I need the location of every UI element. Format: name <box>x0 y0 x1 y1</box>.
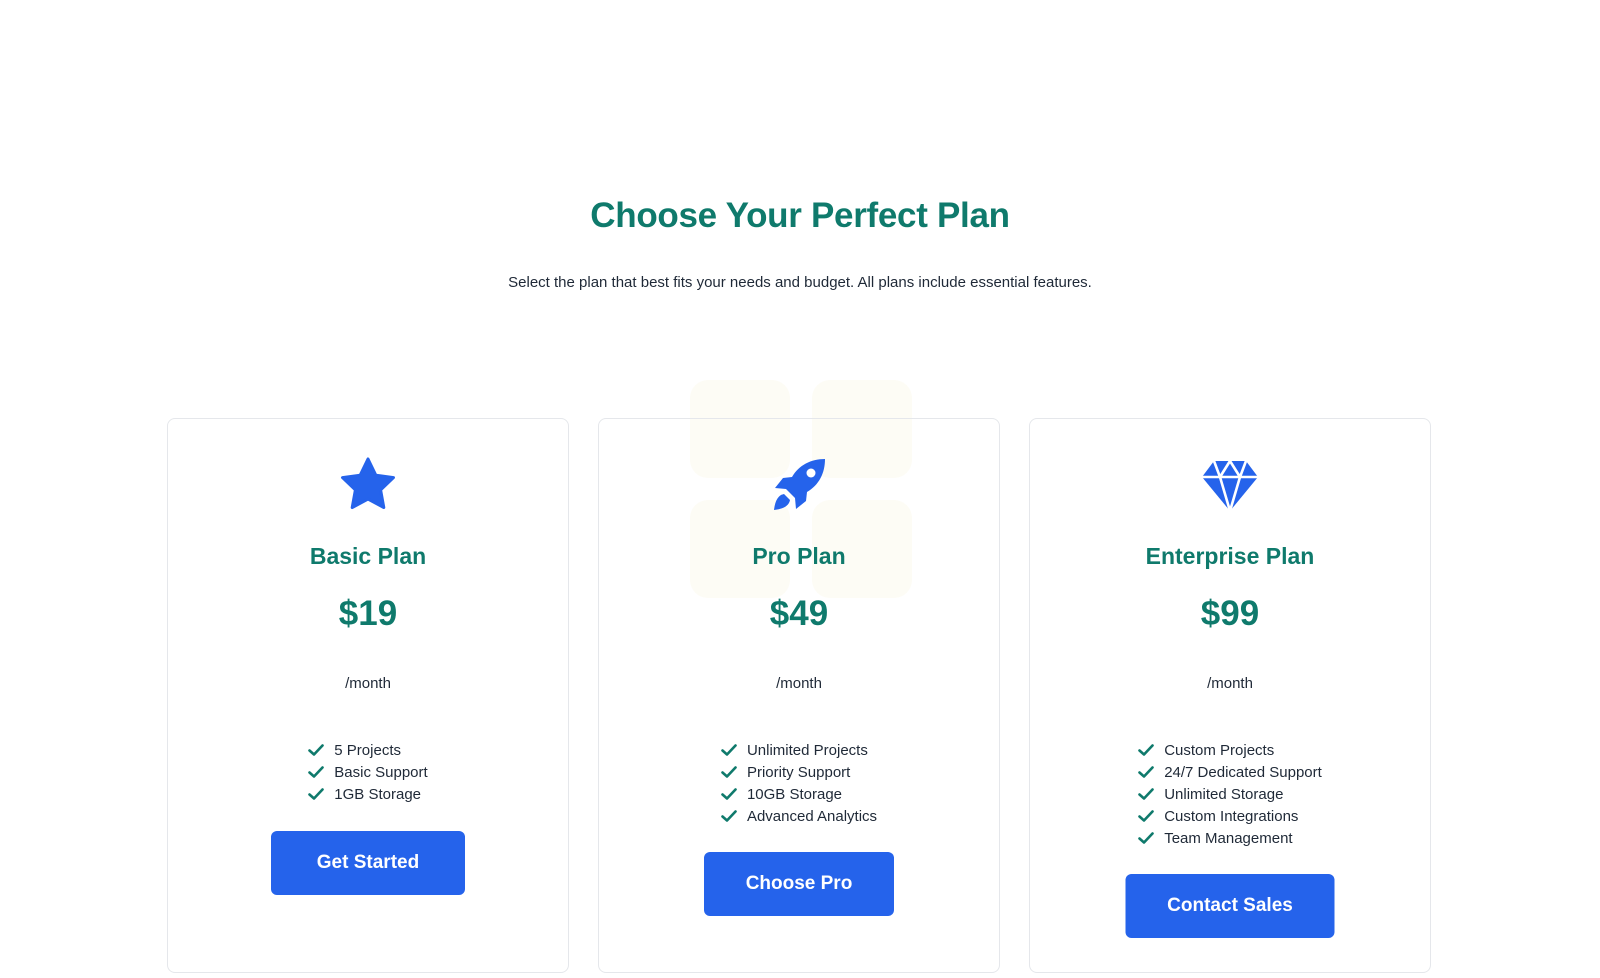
feature-item: Basic Support <box>308 761 428 783</box>
feature-label: Team Management <box>1164 829 1293 847</box>
check-icon <box>308 766 325 778</box>
plan-period: /month <box>776 675 822 692</box>
pricing-card-pro: Pro Plan $49 /month Unlimited Projects P… <box>598 418 1000 973</box>
feature-item: Unlimited Storage <box>1138 783 1322 805</box>
feature-item: 24/7 Dedicated Support <box>1138 761 1322 783</box>
check-icon <box>721 810 737 822</box>
check-icon <box>308 744 325 756</box>
check-icon <box>1138 832 1154 844</box>
feature-label: Priority Support <box>746 763 851 781</box>
plan-period: /month <box>345 675 391 692</box>
feature-label: Unlimited Storage <box>1164 785 1284 803</box>
feature-item: 10GB Storage <box>721 783 877 805</box>
feature-label: Basic Support <box>334 763 428 781</box>
feature-item: Custom Projects <box>1138 739 1322 761</box>
plan-name: Enterprise Plan <box>1145 543 1315 569</box>
feature-label: 1GB Storage <box>334 785 422 803</box>
contact-sales-button[interactable]: Contact Sales <box>1125 874 1335 938</box>
feature-item: Unlimited Projects <box>721 739 877 761</box>
feature-list: 5 Projects Basic Support 1GB Storage <box>168 739 568 805</box>
feature-label: Advanced Analytics <box>746 807 878 825</box>
check-icon <box>1138 744 1154 756</box>
page-subtitle: Select the plan that best fits your need… <box>508 274 1092 291</box>
check-icon <box>1138 766 1154 778</box>
feature-item: 1GB Storage <box>308 783 427 805</box>
feature-item: Custom Integrations <box>1138 805 1322 827</box>
check-icon <box>1138 788 1154 800</box>
rocket-icon <box>774 459 825 510</box>
feature-item: Team Management <box>1138 827 1322 849</box>
plan-name: Basic Plan <box>309 543 427 569</box>
page-title: Choose Your Perfect Plan <box>590 196 1010 235</box>
feature-item: 5 Projects <box>308 739 427 761</box>
feature-label: Custom Integrations <box>1164 807 1299 825</box>
check-icon <box>1138 810 1154 822</box>
feature-label: 24/7 Dedicated Support <box>1164 763 1322 781</box>
feature-list: Custom Projects 24/7 Dedicated Support U… <box>1030 739 1430 849</box>
plan-price: $99 <box>1200 594 1260 633</box>
plan-name: Pro Plan <box>752 543 846 569</box>
feature-item: Advanced Analytics <box>721 805 877 827</box>
feature-list: Unlimited Projects Priority Support 10GB… <box>599 739 999 827</box>
plan-price: $49 <box>769 594 829 633</box>
choose-pro-button[interactable]: Choose Pro <box>704 852 894 916</box>
diamond-icon <box>1202 459 1258 512</box>
feature-label: 10GB Storage <box>746 785 843 803</box>
check-icon <box>721 766 737 778</box>
feature-item: Priority Support <box>721 761 877 783</box>
feature-label: 5 Projects <box>334 741 401 759</box>
plan-period: /month <box>1207 675 1253 692</box>
pricing-card-enterprise: Enterprise Plan $99 /month Custom Projec… <box>1029 418 1431 973</box>
feature-label: Custom Projects <box>1164 741 1275 759</box>
get-started-button[interactable]: Get Started <box>271 831 465 895</box>
check-icon <box>721 744 737 756</box>
feature-label: Unlimited Projects <box>746 741 868 759</box>
plan-price: $19 <box>338 594 398 633</box>
star-icon <box>341 457 395 509</box>
check-icon <box>721 788 737 800</box>
check-icon <box>308 788 325 800</box>
pricing-card-basic: Basic Plan $19 /month 5 Projects Basic S… <box>167 418 569 973</box>
